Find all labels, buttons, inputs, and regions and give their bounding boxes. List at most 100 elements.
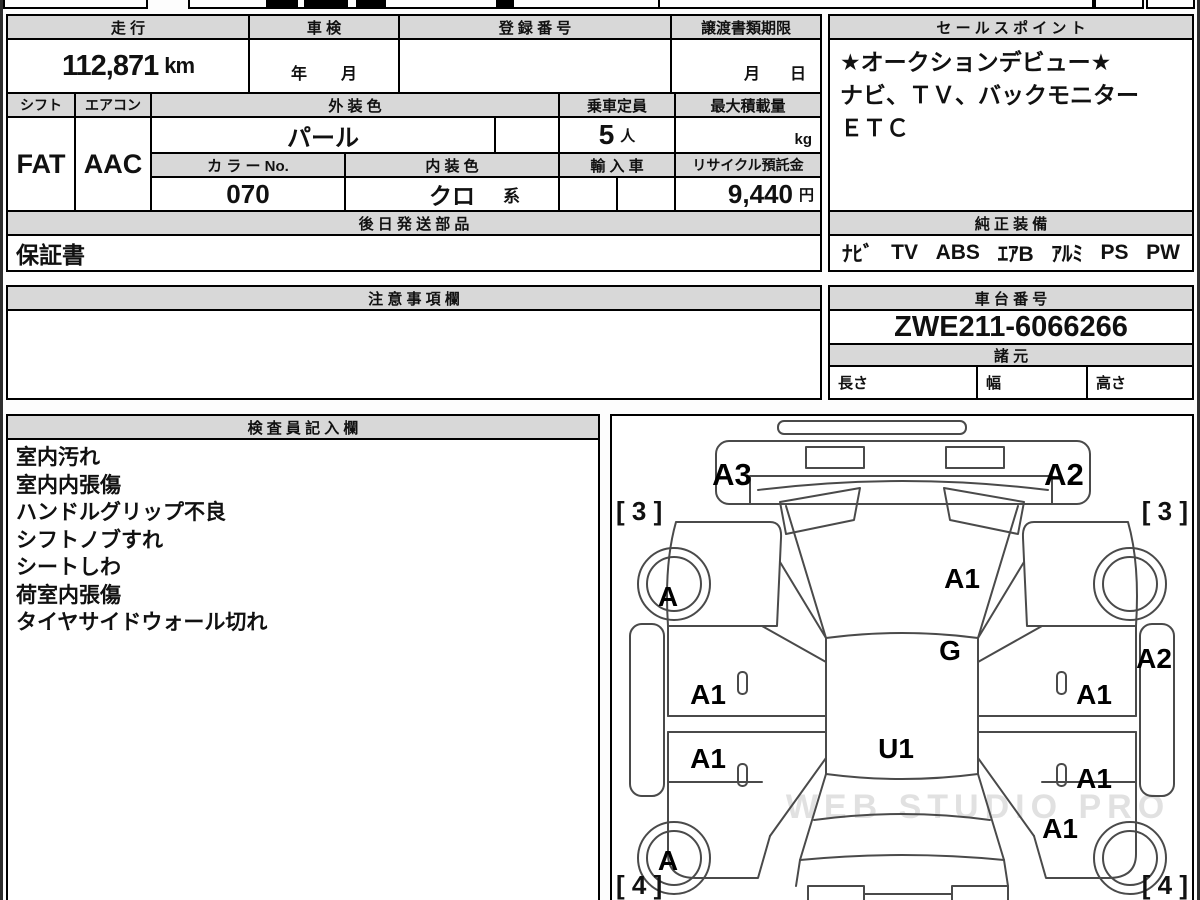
damage-label-roof: U1 bbox=[878, 733, 914, 764]
sales-point-line: ＥＴＣ bbox=[840, 115, 909, 141]
interior-color-value: クロ 系 bbox=[344, 176, 560, 212]
interior-color-suffix: 系 bbox=[503, 186, 520, 206]
capacity-unit: 人 bbox=[620, 127, 636, 145]
max-load-header: 最大積載量 bbox=[674, 92, 822, 118]
max-load-value: kg bbox=[674, 116, 822, 154]
inspector-header: 検 査 員 記 入 欄 bbox=[6, 414, 600, 440]
damage-label-door-rear-right: A1 bbox=[1076, 763, 1112, 794]
mileage-number: 112,871 bbox=[61, 49, 159, 82]
cut-text-fragment bbox=[496, 0, 514, 7]
damage-label-front-right: A2 bbox=[1044, 457, 1084, 492]
interior-color-text: クロ bbox=[429, 183, 475, 209]
specs-header: 諸 元 bbox=[828, 343, 1194, 367]
transfer-deadline-header: 譲渡書類期限 bbox=[670, 14, 822, 40]
aircon-value: AAC bbox=[74, 116, 152, 212]
page-edge-left bbox=[0, 0, 3, 900]
watermark-text: WEB STUDIO PRO bbox=[786, 788, 1170, 826]
door-divider-right bbox=[977, 715, 1137, 733]
cut-text-fragment bbox=[356, 0, 386, 7]
equipment-item: PW bbox=[1146, 241, 1180, 264]
sales-point-line: ★オークションデビュー★ bbox=[840, 49, 1112, 75]
inspector-note: 室内汚れ bbox=[16, 446, 100, 469]
damage-label-door-rear-left: A1 bbox=[690, 743, 726, 774]
inspector-note: シフトノブすれ bbox=[16, 528, 163, 552]
auction-sheet-page: 走 行 車 検 登 録 番 号 譲渡書類期限 112,871 km 年 月 月 … bbox=[0, 0, 1200, 900]
taillight-right-shape bbox=[951, 885, 1009, 900]
shift-header: シフト bbox=[6, 92, 76, 118]
tire-grade-rear-right: [ 4 ] bbox=[1142, 870, 1188, 900]
damage-label-quarter-rear-right: A1 bbox=[1042, 813, 1078, 844]
top-row-remnant bbox=[1094, 0, 1144, 9]
cut-text-fragment bbox=[304, 0, 348, 7]
inspection-value: 年 月 bbox=[248, 38, 400, 94]
transfer-month-label: 月 bbox=[743, 66, 760, 83]
damage-label-front-left: A3 bbox=[712, 457, 752, 492]
front-bumper-shape bbox=[715, 440, 1091, 505]
front-lip-shape bbox=[777, 420, 967, 435]
exterior-color-value: パール bbox=[150, 116, 496, 154]
equipment-item: ｱﾙﾐ bbox=[1051, 243, 1083, 266]
later-parts-header: 後 日 発 送 部 品 bbox=[6, 210, 822, 236]
tire-grade-front-left: [ 3 ] bbox=[616, 496, 662, 526]
transfer-day-label: 日 bbox=[789, 66, 806, 83]
bumper-rect-left bbox=[805, 446, 865, 469]
exterior-color-header: 外 装 色 bbox=[150, 92, 560, 118]
shift-value: FAT bbox=[6, 116, 76, 212]
equipment-item: PS bbox=[1100, 241, 1129, 264]
sales-point-line: ナビ、ＴＶ、バックモニター bbox=[840, 82, 1139, 108]
recycle-deposit-value: 9,440 円 bbox=[674, 176, 822, 212]
inspector-note: 室内内張傷 bbox=[16, 473, 121, 497]
door-handle-front-right bbox=[1056, 671, 1067, 695]
chassis-specs-table: 車 台 番 号 ZWE211-6066266 諸 元 長さ 幅 高さ bbox=[828, 285, 1194, 400]
equipment-header: 純 正 装 備 bbox=[828, 210, 1194, 236]
quarter-rear-left-shape bbox=[667, 781, 771, 879]
inspection-header: 車 検 bbox=[248, 14, 400, 40]
top-row-remnant bbox=[1146, 0, 1195, 9]
fender-front-right-shape bbox=[1021, 521, 1138, 627]
inspector-note: タイヤサイドウォール切れ bbox=[16, 611, 268, 634]
transfer-deadline-value: 月 日 bbox=[670, 38, 822, 94]
inspector-body: 室内汚れ 室内内張傷 ハンドルグリップ不良 シフトノブすれ シートしわ 荷室内張… bbox=[6, 438, 600, 900]
a-pillar-left-line bbox=[779, 561, 827, 639]
inspector-note: 荷室内張傷 bbox=[16, 583, 121, 607]
chassis-number: ZWE211-6066266 bbox=[828, 309, 1194, 345]
door-handle-front-left bbox=[737, 671, 748, 695]
equipment-item: ｴｱB bbox=[997, 243, 1034, 266]
inspection-year-label: 年 bbox=[290, 66, 307, 83]
mileage-value: 112,871 km bbox=[6, 38, 250, 94]
import-header: 輸 入 車 bbox=[558, 152, 676, 178]
bumper-rect-right bbox=[945, 446, 1005, 469]
cut-text-fragment bbox=[266, 0, 298, 7]
inspector-note: ハンドルグリップ不良 bbox=[16, 501, 226, 524]
notes-header: 注 意 事 項 欄 bbox=[6, 285, 822, 311]
color-no-value: 070 bbox=[150, 176, 346, 212]
inspector-section: 検 査 員 記 入 欄 室内汚れ 室内内張傷 ハンドルグリップ不良 シフトノブす… bbox=[6, 414, 600, 900]
recycle-deposit-unit: 円 bbox=[798, 186, 814, 204]
color-no-header: カ ラ ー No. bbox=[150, 152, 346, 178]
equipment-item: TV bbox=[891, 241, 918, 264]
vehicle-damage-diagram: WEB STUDIO PRO A3 A2 A1 G [ 3 ] [ 3 ] A … bbox=[616, 420, 1188, 900]
wheel-front-right-inner bbox=[1102, 556, 1158, 612]
equipment-item: ﾅﾋﾞ bbox=[842, 243, 874, 266]
roof-rear-curve bbox=[825, 773, 979, 780]
import-sub-cell-1 bbox=[558, 176, 618, 212]
interior-color-header: 内 装 色 bbox=[344, 152, 560, 178]
spec-length-cell: 長さ bbox=[828, 365, 978, 400]
recycle-deposit-number: 9,440 bbox=[727, 178, 793, 209]
mileage-unit: km bbox=[164, 53, 195, 78]
inspection-month-label: 月 bbox=[341, 66, 358, 83]
door-divider-left bbox=[667, 715, 827, 733]
fender-front-left-shape bbox=[666, 521, 783, 627]
damage-label-wheel-front-left: A bbox=[658, 581, 678, 612]
damage-label-rocker-right: A2 bbox=[1136, 643, 1172, 674]
mileage-header: 走 行 bbox=[6, 14, 250, 40]
notes-body bbox=[6, 309, 822, 400]
sales-points-header: セ ー ル ス ポ イ ン ト bbox=[828, 14, 1194, 40]
aircon-header: エアコン bbox=[74, 92, 152, 118]
registration-value bbox=[398, 38, 672, 94]
recycle-deposit-header: リサイクル預託金 bbox=[674, 152, 822, 178]
taillight-left-shape bbox=[807, 885, 865, 900]
top-row-remnant bbox=[658, 0, 1094, 9]
windshield-shape bbox=[785, 505, 1019, 639]
wheel-front-right-outer bbox=[1093, 547, 1167, 621]
